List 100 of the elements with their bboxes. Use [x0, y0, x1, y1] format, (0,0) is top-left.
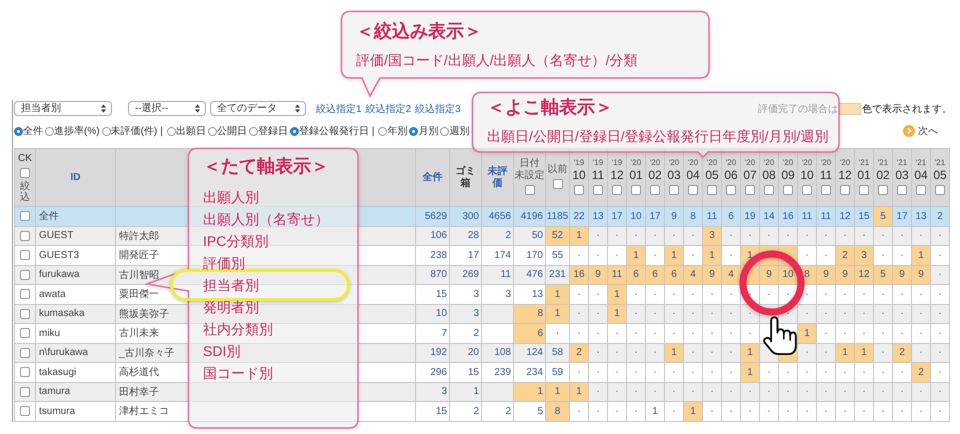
checkbox[interactable] [726, 184, 736, 194]
table-cell: 59 [546, 362, 570, 382]
table-cell: 6 [626, 265, 646, 284]
checkbox[interactable] [631, 184, 641, 194]
table-cell: 6 [646, 265, 664, 284]
list-item: 国コード別 [203, 364, 274, 383]
radio-button[interactable] [14, 126, 23, 136]
checkbox[interactable] [20, 367, 30, 378]
table-cell: 13 [588, 206, 608, 226]
month-label: 07 [742, 168, 758, 182]
checkbox[interactable] [524, 184, 534, 194]
table-cell: · [760, 362, 778, 382]
checkbox[interactable] [20, 211, 30, 222]
checkbox[interactable] [669, 184, 679, 194]
dropdown[interactable]: --選択-- [128, 101, 206, 116]
table-cell: · [760, 284, 778, 304]
table-cell: · [912, 284, 930, 304]
radio-button[interactable] [166, 126, 176, 136]
color-swatch [839, 102, 861, 114]
checkbox[interactable] [20, 230, 30, 241]
checkbox[interactable] [20, 308, 30, 319]
radio-button[interactable] [45, 126, 54, 136]
month-label: 01 [856, 168, 872, 182]
table-cell: · [912, 402, 930, 421]
year-label: '20 [782, 158, 794, 168]
table-cell: 17 [646, 206, 664, 226]
filter-link[interactable]: 絞込指定3 [415, 102, 461, 116]
checkbox[interactable] [574, 184, 584, 194]
list-item: IPC分類別 [203, 232, 270, 251]
table-cell: 1 [854, 343, 874, 362]
radio-button[interactable] [290, 126, 299, 136]
checkbox[interactable] [878, 184, 888, 194]
radio-button[interactable] [248, 126, 258, 136]
checkbox[interactable] [20, 406, 30, 416]
year-label: '20 [724, 158, 738, 168]
table-cell: 2 [892, 343, 912, 362]
callout-title: ＜よこ軸表示＞ [487, 96, 613, 119]
table-cell: 16 [570, 265, 588, 284]
table-cell: · [626, 284, 646, 304]
checkbox[interactable] [20, 348, 30, 358]
checkbox[interactable] [764, 184, 774, 194]
checkbox[interactable] [859, 184, 869, 194]
checkbox[interactable] [20, 168, 30, 178]
next-button[interactable]: 次へ [903, 124, 938, 138]
checkbox[interactable] [593, 184, 603, 194]
checkbox[interactable] [707, 184, 717, 194]
checkbox[interactable] [745, 184, 755, 194]
checkbox[interactable] [20, 250, 30, 260]
checkbox[interactable] [20, 270, 30, 280]
month-label: 10 [799, 168, 815, 182]
table-cell: · [854, 362, 874, 382]
checkbox[interactable] [821, 184, 831, 194]
checkbox[interactable] [20, 328, 30, 338]
table-cell: 1 [546, 304, 570, 324]
checkbox[interactable] [20, 289, 30, 300]
table-cell: · [588, 402, 608, 421]
radio-label: 進捗率(%) [54, 124, 100, 138]
table-cell: · [798, 362, 816, 382]
table-cell: 1 [570, 226, 588, 246]
radio-button[interactable] [409, 126, 418, 136]
table-cell: 1 [798, 324, 816, 343]
list-item: 出願人別（名寄せ） [203, 210, 330, 229]
checkbox[interactable] [783, 184, 793, 194]
table-cell: 4 [684, 265, 702, 284]
updown-arrows-icon [195, 104, 200, 113]
year-label: '21 [876, 158, 890, 168]
radio-button[interactable] [378, 126, 388, 136]
radio-label: 出願日 [176, 124, 206, 138]
year-label: '21 [858, 158, 870, 168]
table-cell: 52 [546, 226, 570, 246]
table-cell: 2 [570, 343, 588, 362]
checkbox[interactable] [840, 184, 850, 194]
list-item: 社内分類別 [203, 320, 274, 339]
radio-button[interactable] [440, 126, 450, 136]
radio-button[interactable] [208, 126, 217, 136]
month-label: 12 [837, 168, 853, 182]
checkbox[interactable] [552, 178, 562, 188]
dropdown[interactable]: 全てのデータ [210, 101, 306, 116]
table-cell: · [874, 362, 892, 382]
radio-button[interactable] [102, 126, 111, 136]
table-cell: 239 [482, 362, 514, 382]
checkbox[interactable] [612, 184, 622, 194]
table-cell: · [722, 324, 740, 343]
dropdown[interactable]: 担当者別 [14, 101, 112, 116]
checkbox[interactable] [897, 184, 907, 194]
table-cell: · [854, 284, 874, 304]
checkbox[interactable] [20, 386, 30, 397]
table-cell: 9 [702, 265, 722, 284]
legend-text: 色で表示されます。 [862, 102, 952, 116]
checkbox[interactable] [650, 184, 660, 194]
checkbox[interactable] [935, 184, 945, 194]
checkbox[interactable] [916, 184, 926, 194]
table-cell: 1 [546, 382, 570, 402]
checkbox[interactable] [802, 184, 812, 194]
updown-arrows-icon [295, 104, 300, 113]
checkbox[interactable] [688, 184, 698, 194]
filter-link[interactable]: 絞込指定1 [316, 102, 362, 116]
callout-text: 評価/国コード/出願人/出願人（名寄せ）/分類 [356, 51, 638, 70]
table-cell: 3 [702, 226, 722, 246]
filter-link[interactable]: 絞込指定2 [366, 102, 412, 116]
